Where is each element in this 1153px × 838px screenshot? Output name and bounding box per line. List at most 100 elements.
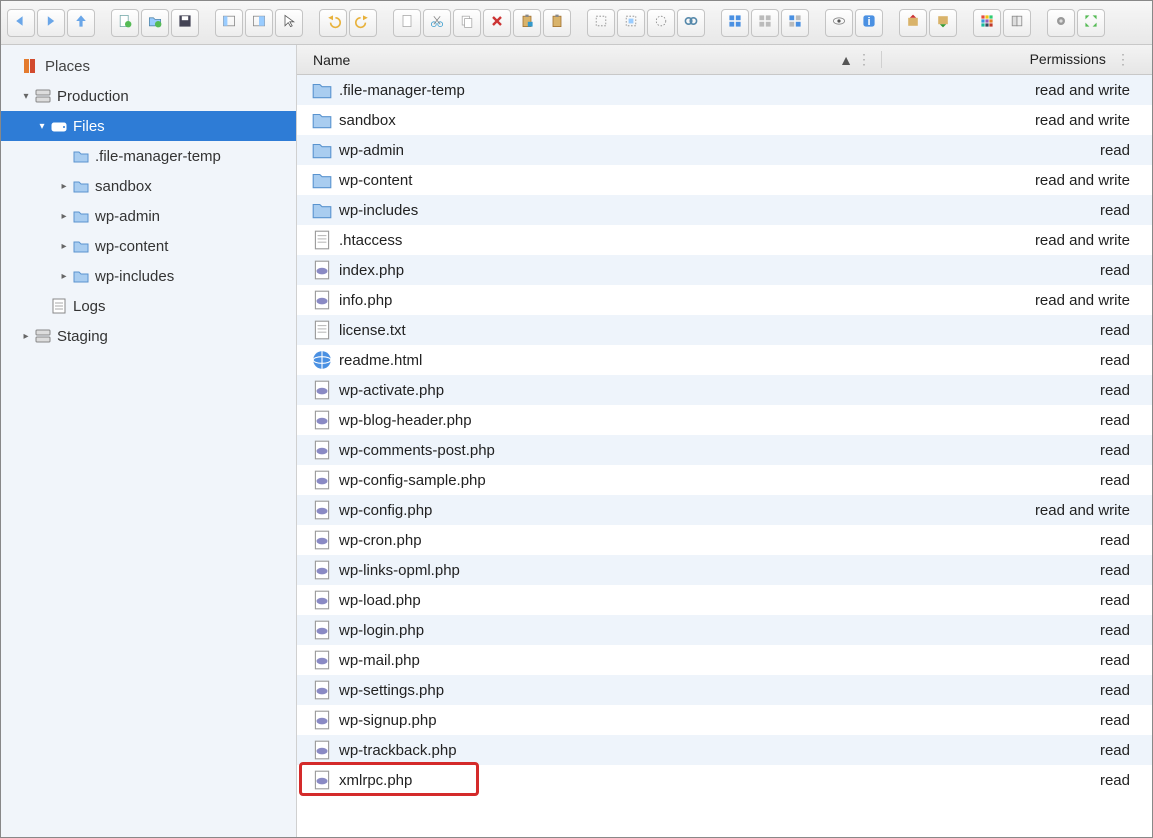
panel-left-icon: [221, 13, 237, 32]
back-button[interactable]: [7, 9, 35, 37]
expand-toggle[interactable]: ▾: [35, 121, 49, 132]
panel-left-button[interactable]: [215, 9, 243, 37]
expand-toggle[interactable]: ▸: [57, 241, 71, 252]
doc-button[interactable]: [393, 9, 421, 37]
expand-toggle[interactable]: ▸: [57, 181, 71, 192]
file-row[interactable]: wp-settings.phpread: [297, 675, 1152, 705]
tree-item-logs[interactable]: Logs: [1, 291, 296, 321]
folder-icon: [311, 169, 333, 191]
file-row[interactable]: wp-load.phpread: [297, 585, 1152, 615]
redo-button[interactable]: [349, 9, 377, 37]
grid-mix-icon: [787, 13, 803, 32]
apps-button[interactable]: [973, 9, 1001, 37]
column-drag-handle[interactable]: ⋮: [857, 51, 871, 68]
file-name: xmlrpc.php: [339, 772, 882, 789]
grid-blue-button[interactable]: [721, 9, 749, 37]
new-folder-button[interactable]: [141, 9, 169, 37]
file-row[interactable]: wp-cron.phpread: [297, 525, 1152, 555]
expand-toggle[interactable]: ▾: [19, 91, 33, 102]
file-permissions: read: [882, 352, 1152, 369]
cursor-button[interactable]: [275, 9, 303, 37]
tree-item-wp-admin[interactable]: ▸wp-admin: [1, 201, 296, 231]
book-icon: [1009, 13, 1025, 32]
export-icon: [905, 13, 921, 32]
tree-item-staging[interactable]: ▸Staging: [1, 321, 296, 351]
select-lasso-button[interactable]: [647, 9, 675, 37]
file-permissions: read: [882, 772, 1152, 789]
file-row[interactable]: wp-contentread and write: [297, 165, 1152, 195]
forward-button[interactable]: [37, 9, 65, 37]
file-row[interactable]: index.phpread: [297, 255, 1152, 285]
file-permissions: read: [882, 592, 1152, 609]
link-icon: [683, 13, 699, 32]
file-permissions: read: [882, 622, 1152, 639]
file-row[interactable]: wp-includesread: [297, 195, 1152, 225]
list-header: Name ▲ ⋮ Permissions ⋮: [297, 45, 1152, 75]
paste-special-button[interactable]: [513, 9, 541, 37]
file-row[interactable]: wp-activate.phpread: [297, 375, 1152, 405]
file-permissions: read and write: [882, 112, 1152, 129]
tree-item-production[interactable]: ▾ Production: [1, 81, 296, 111]
file-row[interactable]: license.txtread: [297, 315, 1152, 345]
undo-button[interactable]: [319, 9, 347, 37]
copy-button[interactable]: [453, 9, 481, 37]
column-drag-handle[interactable]: ⋮: [1116, 51, 1130, 67]
file-row[interactable]: wp-links-opml.phpread: [297, 555, 1152, 585]
book-button[interactable]: [1003, 9, 1031, 37]
expand-toggle[interactable]: ▸: [19, 331, 33, 342]
panel-both-button[interactable]: [245, 9, 273, 37]
import-button[interactable]: [929, 9, 957, 37]
file-row[interactable]: readme.htmlread: [297, 345, 1152, 375]
select-rect-button[interactable]: [617, 9, 645, 37]
link-button[interactable]: [677, 9, 705, 37]
toolbar: i: [1, 1, 1152, 45]
file-name: wp-links-opml.php: [339, 562, 882, 579]
file-panel: Name ▲ ⋮ Permissions ⋮ .file-manager-tem…: [297, 45, 1152, 837]
column-permissions[interactable]: Permissions ⋮: [882, 51, 1152, 68]
file-row[interactable]: wp-config.phpread and write: [297, 495, 1152, 525]
gear-button[interactable]: [1047, 9, 1075, 37]
file-row[interactable]: info.phpread and write: [297, 285, 1152, 315]
column-name[interactable]: Name ▲ ⋮: [297, 51, 882, 68]
tree-item--file-manager-temp[interactable]: .file-manager-temp: [1, 141, 296, 171]
tree-item-wp-includes[interactable]: ▸wp-includes: [1, 261, 296, 291]
file-name: index.php: [339, 262, 882, 279]
file-row[interactable]: sandboxread and write: [297, 105, 1152, 135]
tree-item-sandbox[interactable]: ▸sandbox: [1, 171, 296, 201]
new-file-button[interactable]: [111, 9, 139, 37]
file-name: wp-cron.php: [339, 532, 882, 549]
folder-icon: [71, 236, 91, 256]
dotted-icon: [593, 13, 609, 32]
grid-grey-button[interactable]: [751, 9, 779, 37]
file-row[interactable]: wp-mail.phpread: [297, 645, 1152, 675]
file-row[interactable]: wp-login.phpread: [297, 615, 1152, 645]
eye-button[interactable]: [825, 9, 853, 37]
file-row[interactable]: wp-config-sample.phpread: [297, 465, 1152, 495]
fullscreen-button[interactable]: [1077, 9, 1105, 37]
info-button[interactable]: i: [855, 9, 883, 37]
dotted-button[interactable]: [587, 9, 615, 37]
file-row[interactable]: .file-manager-tempread and write: [297, 75, 1152, 105]
up-button[interactable]: [67, 9, 95, 37]
paste-button[interactable]: [543, 9, 571, 37]
expand-toggle[interactable]: ▸: [57, 211, 71, 222]
file-row[interactable]: wp-blog-header.phpread: [297, 405, 1152, 435]
copy-icon: [459, 13, 475, 32]
tree-item-files[interactable]: ▾Files: [1, 111, 296, 141]
file-row[interactable]: wp-trackback.phpread: [297, 735, 1152, 765]
grid-mix-button[interactable]: [781, 9, 809, 37]
file-name: wp-settings.php: [339, 682, 882, 699]
save-button[interactable]: [171, 9, 199, 37]
file-row[interactable]: wp-signup.phpread: [297, 705, 1152, 735]
file-row[interactable]: wp-comments-post.phpread: [297, 435, 1152, 465]
export-button[interactable]: [899, 9, 927, 37]
expand-toggle[interactable]: ▸: [57, 271, 71, 282]
delete-button[interactable]: [483, 9, 511, 37]
file-row[interactable]: xmlrpc.phpread: [297, 765, 1152, 795]
tree-item-wp-content[interactable]: ▸wp-content: [1, 231, 296, 261]
file-row[interactable]: wp-adminread: [297, 135, 1152, 165]
file-row[interactable]: .htaccessread and write: [297, 225, 1152, 255]
doc-icon: [399, 13, 415, 32]
cut-button[interactable]: [423, 9, 451, 37]
tree-item-label: Production: [57, 88, 129, 105]
